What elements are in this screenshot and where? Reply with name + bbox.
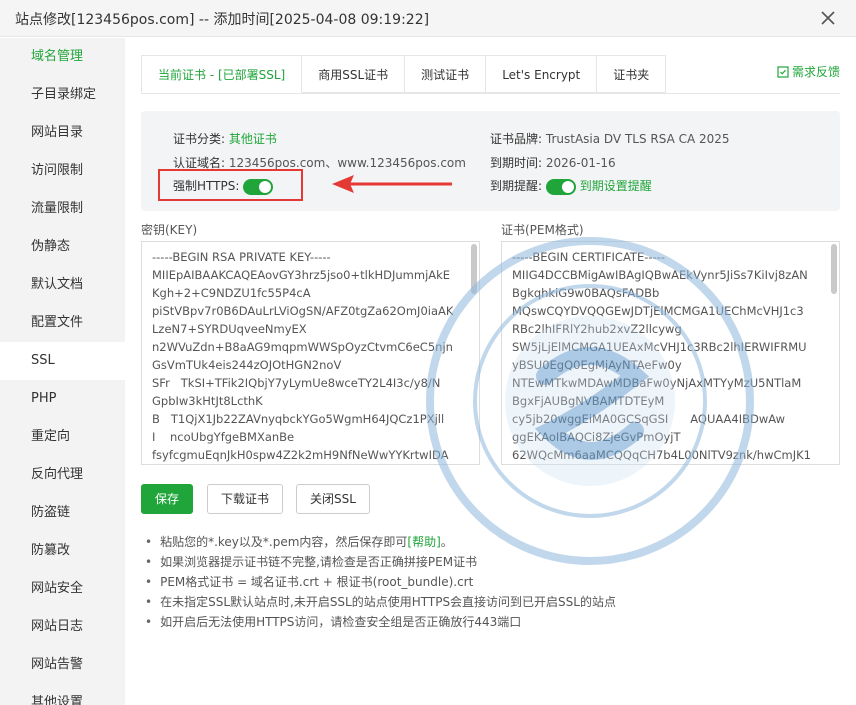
expire-remind-label: 到期提醒:	[490, 179, 543, 193]
dialog-titlebar: 站点修改[123456pos.com] -- 添加时间[2025-04-08 0…	[0, 0, 856, 37]
cert-expire-value: 2026-01-16	[545, 156, 616, 170]
save-button[interactable]: 保存	[141, 484, 194, 514]
tip-text: 。	[440, 535, 453, 549]
sidebar-item-ssl[interactable]: SSL	[0, 342, 125, 380]
key-label: 密钥(KEY)	[141, 223, 198, 237]
sidebar-item-site-security[interactable]: 网站安全	[0, 570, 125, 608]
sidebar-item-tamper-proof[interactable]: 防篡改	[0, 532, 125, 570]
tab-test-cert[interactable]: 测试证书	[405, 55, 487, 93]
feedback-link[interactable]: 需求反馈	[777, 63, 840, 80]
tip-item: 粘贴您的*.key以及*.pem内容，然后保存即可[帮助]。	[145, 532, 616, 552]
sidebar-item-rewrite[interactable]: 伪静态	[0, 228, 125, 266]
cert-domain-label: 认证域名:	[173, 156, 226, 170]
tab-commercial-ssl[interactable]: 商用SSL证书	[302, 55, 406, 93]
tabs-divider	[141, 93, 840, 94]
cert-textarea[interactable]: -----BEGIN CERTIFICATE----- MIIG4DCCBMig…	[501, 241, 840, 465]
tip-item: 如果浏览器提示证书链不完整,请检查是否正确拼接PEM证书	[145, 552, 616, 572]
help-link[interactable]: [帮助]	[407, 535, 440, 549]
dialog-title: 站点修改[123456pos.com] -- 添加时间[2025-04-08 0…	[15, 12, 430, 28]
sidebar-item-traffic-limit[interactable]: 流量限制	[0, 190, 125, 228]
cert-label: 证书(PEM格式)	[501, 223, 584, 237]
cert-category-value: 其他证书	[228, 132, 277, 146]
sidebar-item-php[interactable]: PHP	[0, 380, 125, 418]
sidebar-item-site-dir[interactable]: 网站目录	[0, 114, 125, 152]
tip-item: PEM格式证书 = 域名证书.crt + 根证书(root_bundle).cr…	[145, 572, 616, 592]
cert-category-row: 证书分类: 其他证书	[173, 130, 277, 147]
tip-item: 在未指定SSL默认站点时,未开启SSL的站点使用HTTPS会直接访问到已开启SS…	[145, 592, 616, 612]
feedback-icon	[777, 65, 789, 78]
close-ssl-button[interactable]: 关闭SSL	[296, 484, 370, 514]
cert-expire-label: 到期时间:	[490, 156, 543, 170]
tab-cert-folder[interactable]: 证书夹	[597, 55, 667, 93]
force-https-highlight-box	[158, 169, 303, 201]
sidebar-item-site-log[interactable]: 网站日志	[0, 608, 125, 646]
tab-current-cert[interactable]: 当前证书 - [已部署SSL]	[141, 55, 303, 93]
key-textarea[interactable]: -----BEGIN RSA PRIVATE KEY----- MIIEpAIB…	[141, 241, 480, 465]
expire-remind-link[interactable]: 到期设置提醒	[580, 179, 652, 193]
sidebar-item-domain[interactable]: 域名管理	[0, 38, 125, 76]
annotation-arrow-icon	[332, 175, 452, 193]
close-icon[interactable]	[818, 8, 838, 28]
expire-remind-row: 到期提醒: 到期设置提醒	[490, 177, 652, 195]
sidebar-item-access-limit[interactable]: 访问限制	[0, 152, 125, 190]
cert-domain-value: 123456pos.com、www.123456pos.com	[228, 156, 466, 170]
download-cert-button[interactable]: 下载证书	[207, 484, 284, 514]
cert-category-label: 证书分类:	[173, 132, 226, 146]
key-scrollbar[interactable]	[471, 244, 477, 294]
sidebar-item-site-alert[interactable]: 网站告警	[0, 646, 125, 684]
main-panel: 当前证书 - [已部署SSL] 商用SSL证书 测试证书 Let's Encry…	[125, 38, 856, 705]
cert-brand-value: TrustAsia DV TLS RSA CA 2025	[545, 132, 730, 146]
expire-remind-toggle[interactable]	[545, 178, 576, 195]
sidebar-item-redirect[interactable]: 重定向	[0, 418, 125, 456]
ssl-tabs: 当前证书 - [已部署SSL] 商用SSL证书 测试证书 Let's Encry…	[141, 55, 667, 93]
cert-brand-label: 证书品牌:	[490, 132, 543, 146]
tab-lets-encrypt[interactable]: Let's Encrypt	[486, 55, 598, 93]
tips-list: 粘贴您的*.key以及*.pem内容，然后保存即可[帮助]。 如果浏览器提示证书…	[145, 532, 616, 632]
sidebar-item-config-file[interactable]: 配置文件	[0, 304, 125, 342]
sidebar-item-default-doc[interactable]: 默认文档	[0, 266, 125, 304]
sidebar: 域名管理 子目录绑定 网站目录 访问限制 流量限制 伪静态 默认文档 配置文件 …	[0, 38, 125, 705]
cert-brand-row: 证书品牌: TrustAsia DV TLS RSA CA 2025	[490, 130, 730, 147]
feedback-label: 需求反馈	[791, 65, 840, 79]
cert-expire-row: 到期时间: 2026-01-16	[490, 154, 616, 171]
tip-item: 如开启后无法使用HTTPS访问，请检查安全组是否正确放行443端口	[145, 612, 616, 632]
cert-scrollbar[interactable]	[831, 244, 837, 294]
sidebar-item-subdir[interactable]: 子目录绑定	[0, 76, 125, 114]
sidebar-item-other-settings[interactable]: 其他设置	[0, 684, 125, 705]
sidebar-item-reverse-proxy[interactable]: 反向代理	[0, 456, 125, 494]
sidebar-item-hotlink[interactable]: 防盗链	[0, 494, 125, 532]
tip-text: 粘贴您的*.key以及*.pem内容，然后保存即可	[160, 535, 408, 549]
